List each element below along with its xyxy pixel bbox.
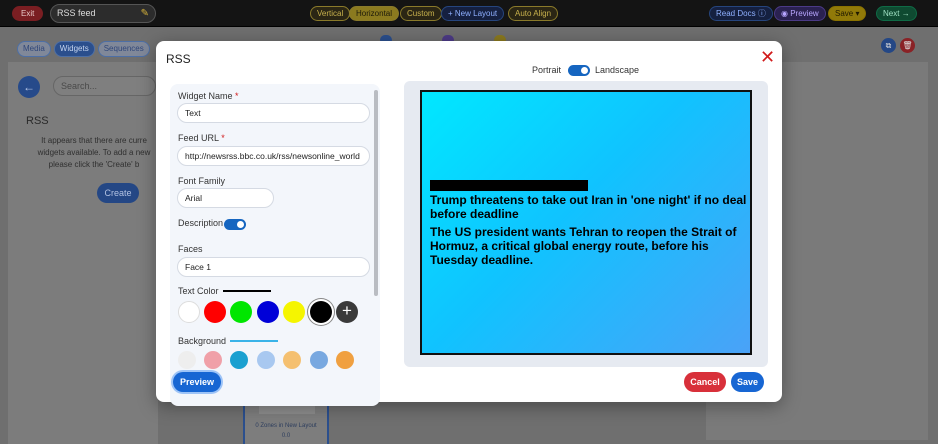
trash-icon[interactable]: 🗑 xyxy=(900,38,915,53)
feed-url-label: Feed URL * xyxy=(178,133,225,143)
preview-top-button[interactable]: ◉ Preview xyxy=(774,6,826,21)
rss-modal: RSS ✕ Widget Name * Text Feed URL * http… xyxy=(156,41,782,406)
back-arrow-icon[interactable]: ← xyxy=(18,76,40,98)
copy-icon[interactable]: ⧉ xyxy=(881,38,896,53)
description-toggle[interactable] xyxy=(224,219,246,230)
tab-widgets[interactable]: Widgets xyxy=(53,41,95,57)
tab-sequences[interactable]: Sequences xyxy=(97,41,150,57)
arrow-right-icon: → xyxy=(901,9,910,18)
save-top-button[interactable]: Save ▾ xyxy=(828,6,867,21)
save-top-label: Save xyxy=(835,9,854,18)
next-button[interactable]: Next → xyxy=(876,6,917,21)
settings-form: Widget Name * Text Feed URL * http://new… xyxy=(170,84,380,406)
chevron-down-icon: ▾ xyxy=(855,9,860,18)
sidebar-tabs: Media Widgets Sequences xyxy=(17,41,150,57)
horizontal-option[interactable]: Horizontal xyxy=(349,6,400,21)
description-label: Description xyxy=(178,218,224,228)
background-label: Background xyxy=(178,336,227,346)
pencil-icon[interactable]: ✎ xyxy=(141,5,149,22)
font-family-select[interactable]: Arial xyxy=(177,188,274,208)
sidebar-heading: RSS xyxy=(26,115,49,127)
widget-name-field[interactable]: Text xyxy=(177,103,370,123)
bg-swatch-5[interactable] xyxy=(283,351,301,369)
rss-description: The US president wants Tehran to reopen … xyxy=(430,225,737,267)
save-button[interactable]: Save xyxy=(731,372,764,392)
text-color-label: Text Color xyxy=(178,286,219,296)
info-icon: ⓘ xyxy=(757,9,766,18)
swatch-red[interactable] xyxy=(204,301,226,323)
add-color-icon[interactable]: + xyxy=(336,301,358,323)
layout-name-value: RSS feed xyxy=(57,8,96,18)
bg-swatch-6[interactable] xyxy=(310,351,328,369)
faces-label: Faces xyxy=(178,244,203,254)
layout-name-field[interactable]: RSS feed ✎ xyxy=(50,4,156,23)
swatch-black[interactable] xyxy=(310,301,332,323)
search-input[interactable]: Search... xyxy=(53,76,156,96)
swatch-yellow[interactable] xyxy=(283,301,305,323)
create-button[interactable]: Create xyxy=(97,183,139,203)
form-scrollbar[interactable] xyxy=(374,90,378,296)
swatch-white[interactable] xyxy=(178,301,200,323)
cancel-button[interactable]: Cancel xyxy=(684,372,726,392)
rss-headline: Trump threatens to take out Iran in 'one… xyxy=(430,193,747,221)
faces-select[interactable]: Face 1 xyxy=(177,257,370,277)
portrait-label: Portrait xyxy=(532,65,562,75)
read-docs-button[interactable]: Read Docs ⓘ xyxy=(709,6,773,21)
swatch-blue[interactable] xyxy=(257,301,279,323)
vertical-option[interactable]: Vertical xyxy=(310,6,351,21)
orientation-toggle[interactable] xyxy=(568,65,590,76)
preview-top-label: Preview xyxy=(790,9,819,18)
zone-value: 0.0 xyxy=(281,433,291,439)
tab-media[interactable]: Media xyxy=(17,41,51,57)
top-toolbar: Exit RSS feed ✎ Vertical Horizontal Cust… xyxy=(0,0,938,27)
auto-align-button[interactable]: Auto Align xyxy=(508,6,559,21)
bg-swatch-7[interactable] xyxy=(336,351,354,369)
custom-option[interactable]: Custom xyxy=(400,6,442,21)
empty-message: It appears that there are curre widgets … xyxy=(37,136,151,169)
swatch-green[interactable] xyxy=(230,301,252,323)
bg-swatch-1[interactable] xyxy=(178,351,196,369)
text-color-preview-line xyxy=(223,290,271,292)
font-family-label: Font Family xyxy=(178,176,226,186)
feed-url-field[interactable]: http://newsrss.bbc.co.uk/rss/newsonline_… xyxy=(177,146,370,166)
next-label: Next xyxy=(883,9,900,18)
bg-swatch-4[interactable] xyxy=(257,351,275,369)
eye-icon: ◉ xyxy=(781,9,788,18)
read-docs-label: Read Docs xyxy=(716,9,756,18)
bg-swatch-2[interactable] xyxy=(204,351,222,369)
modal-title: RSS xyxy=(166,52,191,66)
title-bar-redacted xyxy=(430,180,588,191)
new-layout-button[interactable]: + New Layout xyxy=(441,6,505,21)
zone-caption: 0 Zones in New Layout xyxy=(255,423,317,429)
rss-preview-canvas: Trump threatens to take out Iran in 'one… xyxy=(420,90,752,355)
widget-name-label: Widget Name * xyxy=(178,91,239,101)
landscape-label: Landscape xyxy=(595,65,640,75)
bg-swatch-3[interactable] xyxy=(230,351,248,369)
exit-button[interactable]: Exit xyxy=(12,6,44,21)
close-icon[interactable]: ✕ xyxy=(760,48,775,66)
background-preview-line xyxy=(230,340,278,342)
preview-button[interactable]: Preview xyxy=(173,372,221,392)
